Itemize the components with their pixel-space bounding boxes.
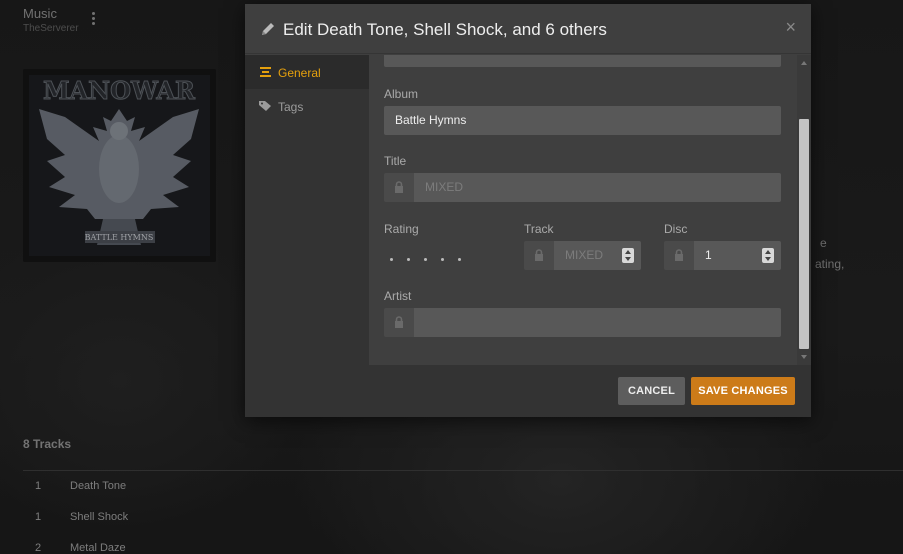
artist-lock[interactable] [384, 308, 414, 337]
disc-lock[interactable] [664, 241, 694, 270]
title-lock[interactable] [384, 173, 414, 202]
scrollbar-thumb[interactable] [799, 119, 809, 349]
dialog-footer: CANCEL SAVE CHANGES [245, 365, 811, 417]
album-label: Album [384, 87, 419, 101]
disc-stepper[interactable] [762, 248, 774, 263]
lock-icon [535, 249, 543, 261]
dialog-sidebar: General Tags [245, 55, 369, 365]
scroll-down-icon[interactable] [801, 355, 807, 359]
scroll-up-icon[interactable] [801, 61, 807, 65]
cancel-button[interactable]: CANCEL [618, 377, 685, 405]
title-label: Title [384, 154, 407, 168]
title-field[interactable]: MIXED [414, 173, 781, 202]
lock-icon [675, 249, 683, 261]
pencil-icon [262, 23, 274, 35]
sidebar-item-label: Tags [278, 100, 304, 114]
disc-label: Disc [664, 222, 688, 236]
disc-field[interactable]: 1 [694, 241, 781, 270]
artist-label: Artist [384, 289, 412, 303]
dialog-title: Edit Death Tone, Shell Shock, and 6 othe… [283, 20, 607, 39]
form-scrollbar[interactable] [797, 55, 811, 365]
sidebar-item-label: General [278, 66, 321, 80]
track-value: MIXED [565, 248, 604, 262]
tag-icon [259, 101, 271, 111]
track-label: Track [524, 222, 554, 236]
list-icon [260, 67, 271, 77]
rating-label: Rating [384, 222, 419, 236]
track-lock[interactable] [524, 241, 554, 270]
rating-stars[interactable] [390, 248, 475, 266]
track-field[interactable]: MIXED [554, 241, 641, 270]
album-field[interactable]: Battle Hymns [384, 106, 781, 135]
track-stepper[interactable] [622, 248, 634, 263]
sidebar-item-tags[interactable]: Tags [245, 89, 369, 123]
dialog-header: Edit Death Tone, Shell Shock, and 6 othe… [245, 4, 811, 54]
save-changes-button[interactable]: SAVE CHANGES [691, 377, 795, 405]
sidebar-item-general[interactable]: General [245, 55, 369, 89]
general-form: Album Battle Hymns Title MIXED Rating Tr… [369, 55, 811, 365]
edit-dialog: Edit Death Tone, Shell Shock, and 6 othe… [245, 4, 811, 417]
close-icon[interactable]: × [785, 17, 796, 37]
cut-off-field[interactable] [384, 55, 781, 67]
lock-icon [395, 181, 403, 193]
disc-value: 1 [705, 248, 712, 262]
lock-icon [395, 316, 403, 328]
artist-field[interactable] [414, 308, 781, 337]
